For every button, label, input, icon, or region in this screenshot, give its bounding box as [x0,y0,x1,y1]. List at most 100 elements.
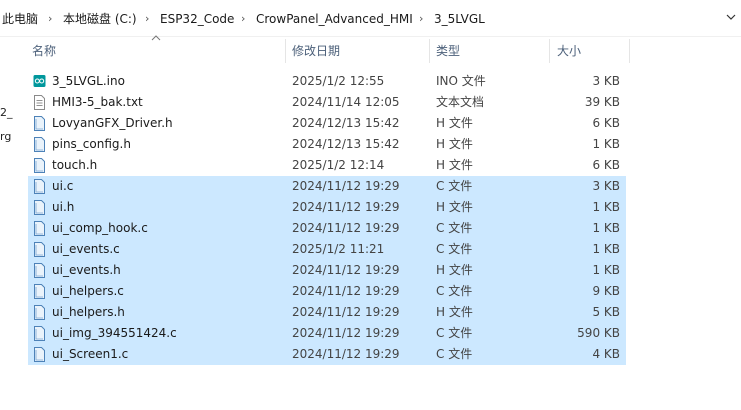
file-size: 1 KB [592,200,620,214]
file-type: C 文件 [436,179,473,193]
file-modified-date: 2024/11/12 19:29 [292,347,400,361]
file-row[interactable]: ui_helpers.c 2024/11/12 19:29 C 文件 9 KB [28,281,626,302]
file-name[interactable]: ui_events.h [52,260,121,281]
file-row[interactable]: 3_5LVGL.ino 2025/1/2 12:55 INO 文件 3 KB [28,71,626,92]
file-size: 9 KB [592,284,620,298]
source-file-icon [34,326,45,341]
address-history-dropdown-icon[interactable] [723,8,739,28]
file-name[interactable]: touch.h [52,155,97,176]
address-bar[interactable]: 此电脑 › 本地磁盘 (C:) › ESP32_Code › CrowPanel… [0,0,741,36]
file-modified-date: 2024/11/14 12:05 [292,95,400,109]
source-file-icon [34,137,45,152]
file-type: C 文件 [436,284,473,298]
breadcrumb-separator-icon[interactable]: › [241,10,245,28]
column-header-size[interactable]: 大小 [557,42,581,60]
file-modified-date: 2024/11/12 19:29 [292,221,400,235]
file-size: 39 KB [584,95,620,109]
source-file-icon [34,284,45,299]
file-size: 1 KB [592,263,620,277]
file-size: 590 KB [577,326,620,340]
file-row[interactable]: ui_helpers.h 2024/11/12 19:29 H 文件 5 KB [28,302,626,323]
file-type: C 文件 [436,347,473,361]
file-name[interactable]: ui_events.c [52,239,120,260]
file-row[interactable]: ui_events.c 2025/1/2 11:21 C 文件 1 KB [28,239,626,260]
file-row[interactable]: ui_comp_hook.c 2024/11/12 19:29 C 文件 1 KB [28,218,626,239]
file-size: 4 KB [592,347,620,361]
text-file-icon [34,95,45,110]
file-row[interactable]: ui.h 2024/11/12 19:29 H 文件 1 KB [28,197,626,218]
source-file-icon [34,305,45,320]
file-modified-date: 2024/11/12 19:29 [292,263,400,277]
file-name[interactable]: ui_Screen1.c [52,344,128,365]
column-divider[interactable] [629,39,630,63]
file-size: 6 KB [592,158,620,172]
file-row[interactable]: touch.h 2025/1/2 12:14 H 文件 6 KB [28,155,626,176]
column-header-name[interactable]: 名称 [32,42,56,60]
file-row[interactable]: LovyanGFX_Driver.h 2024/12/13 15:42 H 文件 6 … [28,113,626,134]
breadcrumb-separator-icon[interactable]: › [145,10,149,28]
file-name[interactable]: ui_helpers.h [52,302,125,323]
sort-ascending-icon [151,35,161,41]
file-size: 1 KB [592,242,620,256]
file-name[interactable]: ui.c [52,176,73,197]
file-type: H 文件 [436,137,473,151]
file-type: C 文件 [436,242,473,256]
file-type: H 文件 [436,158,473,172]
source-file-icon [34,116,45,131]
file-row[interactable]: ui.c 2024/11/12 19:29 C 文件 3 KB [28,176,626,197]
source-file-icon [34,179,45,194]
file-size: 6 KB [592,116,620,130]
file-row[interactable]: ui_img_394551424.c 2024/11/12 19:29 C 文件 59… [28,323,626,344]
file-size: 5 KB [592,305,620,319]
nav-item-fragment[interactable]: rg [0,130,11,143]
file-modified-date: 2024/11/12 19:29 [292,326,400,340]
file-modified-date: 2024/11/12 19:29 [292,200,400,214]
breadcrumb-esp32-code[interactable]: ESP32_Code [160,10,234,28]
column-header-date[interactable]: 修改日期 [292,42,340,60]
file-type: C 文件 [436,221,473,235]
breadcrumb-separator-icon[interactable]: › [48,10,52,28]
file-modified-date: 2024/11/12 19:29 [292,179,400,193]
file-row[interactable]: ui_events.h 2024/11/12 19:29 H 文件 1 KB [28,260,626,281]
column-divider[interactable] [285,39,286,63]
breadcrumb-local-disk[interactable]: 本地磁盘 (C:) [63,10,137,28]
file-type: C 文件 [436,326,473,340]
file-row[interactable]: ui_Screen1.c 2024/11/12 19:29 C 文件 4 KB [28,344,626,365]
breadcrumb-current-folder[interactable]: 3_5LVGL [434,10,485,28]
file-size: 1 KB [592,137,620,151]
file-row[interactable]: pins_config.h 2024/12/13 15:42 H 文件 1 KB [28,134,626,155]
source-file-icon [34,242,45,257]
file-name[interactable]: ui_helpers.c [52,281,124,302]
file-name[interactable]: HMI3-5_bak.txt [52,92,143,113]
breadcrumb-crowpanel[interactable]: CrowPanel_Advanced_HMI [256,10,413,28]
file-name[interactable]: ui_comp_hook.c [52,218,148,239]
column-divider[interactable] [429,39,430,63]
breadcrumb-separator-icon[interactable]: › [419,10,423,28]
file-name[interactable]: ui_img_394551424.c [52,323,177,344]
file-type: 文本文档 [436,95,485,109]
file-size: 3 KB [592,74,620,88]
column-divider[interactable] [549,39,550,63]
file-name[interactable]: ui.h [52,197,74,218]
breadcrumb-this-pc[interactable]: 此电脑 [2,10,38,28]
file-modified-date: 2024/11/12 19:29 [292,305,400,319]
navigation-pane[interactable]: 2_ rg [0,37,13,410]
source-file-icon [34,263,45,278]
file-type: H 文件 [436,305,473,319]
file-row[interactable]: HMI3-5_bak.txt 2024/11/14 12:05 文本文档 39 KB [28,92,626,113]
nav-item-fragment[interactable]: 2_ [0,106,13,119]
file-modified-date: 2025/1/2 12:55 [292,74,385,88]
address-bar-divider [0,36,741,37]
file-modified-date: 2024/12/13 15:42 [292,137,400,151]
file-type: H 文件 [436,200,473,214]
file-name[interactable]: pins_config.h [52,134,131,155]
file-size: 3 KB [592,179,620,193]
file-modified-date: 2025/1/2 11:21 [292,242,385,256]
column-header-type[interactable]: 类型 [436,42,460,60]
file-name[interactable]: 3_5LVGL.ino [52,71,125,92]
source-file-icon [34,200,45,215]
arduino-file-icon [33,75,46,87]
file-name[interactable]: LovyanGFX_Driver.h [52,113,173,134]
source-file-icon [34,347,45,362]
source-file-icon [34,158,45,173]
